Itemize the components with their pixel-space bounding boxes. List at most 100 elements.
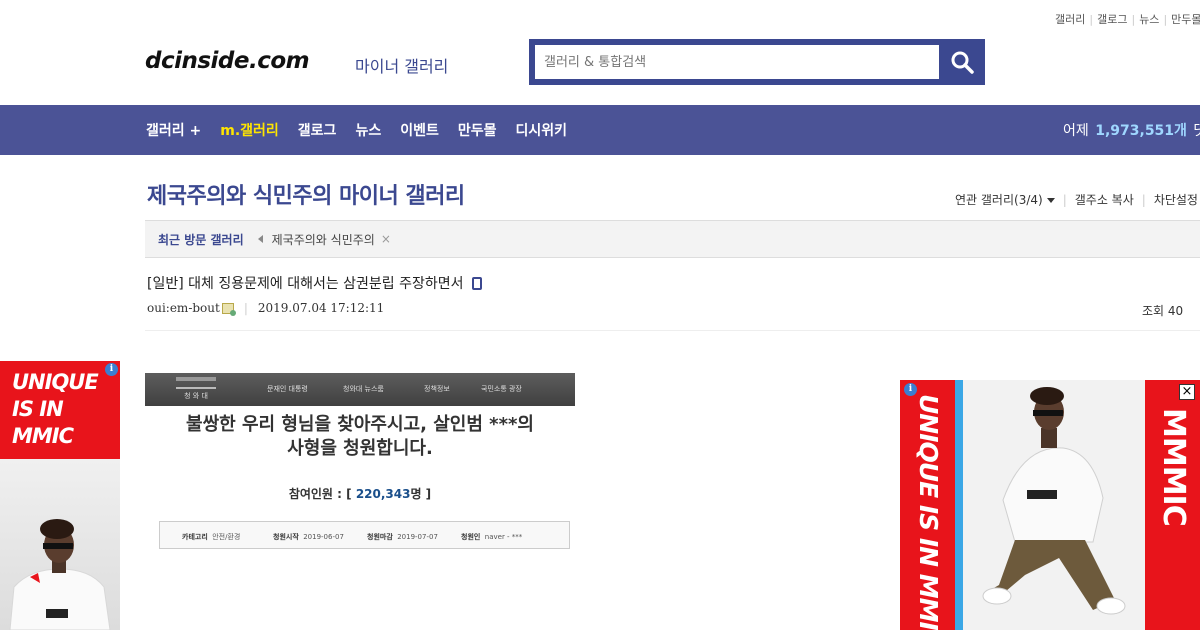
nav-stats: 어제 1,973,551개 댓글 (1063, 105, 1200, 155)
petition-title-line1: 불쌍한 우리 형님을 찾아주시고, 살인범 ***의 (186, 414, 534, 435)
post-author[interactable]: oui:em-bout (147, 301, 220, 315)
chevron-down-icon (1046, 198, 1055, 203)
divider: | (1089, 13, 1094, 26)
nav-item-gallog[interactable]: 갤로그 (298, 120, 337, 140)
ad-info-icon[interactable]: i (904, 383, 917, 396)
info-key: 청원인 (461, 533, 481, 541)
nav-item-dcwiki[interactable]: 디시위키 (515, 120, 567, 140)
views-count: 40 (1167, 304, 1184, 318)
ad-right-vertical-text: UNIQUE IS IN MMIC (914, 394, 943, 630)
post-meta: oui:em-bout | 2019.07.04 17:12:11 (147, 301, 385, 316)
chevron-left-icon[interactable] (257, 235, 263, 243)
related-gallery-button[interactable]: 연관 갤러리(3/4) (955, 191, 1055, 208)
util-link-news[interactable]: 뉴스 (1139, 13, 1159, 26)
divider: | (1141, 192, 1146, 207)
info-petitioner: 청원인 naver - *** (461, 532, 522, 542)
ad-model-photo (0, 459, 120, 630)
recent-visits-bar: 최근 방문 갤러리 제국주의와 식민주의 × (145, 220, 1200, 258)
stats-count: 1,973,551개 (1095, 123, 1187, 139)
building-icon (176, 377, 216, 389)
post-title: [일반] 대체 징용문제에 대해서는 삼권분립 주장하면서 (147, 273, 482, 293)
count-suffix: 명 ] (410, 487, 432, 501)
logo-subtitle[interactable]: 마이너 갤러리 (355, 53, 448, 77)
ad-model-photo (963, 380, 1145, 630)
search-bar (529, 39, 985, 85)
copy-address-button[interactable]: 갤주소 복사 (1075, 191, 1134, 208)
divider: | (1163, 13, 1168, 26)
util-link-mandumall[interactable]: 만두몰 (1171, 13, 1200, 26)
ad-left-text: UNIQUE IS IN MMIC (12, 369, 99, 450)
petition-nav-item: 청와대 뉴스룸 (343, 385, 384, 393)
petition-image[interactable]: 청 와 대 문재인 대통령 청와대 뉴스룸 정책정보 국민소통 광장 불쌍한 우… (145, 373, 575, 558)
recent-visits-label: 최근 방문 갤러리 (158, 232, 244, 247)
info-start: 청원시작 2019-06-07 (273, 532, 344, 542)
mobile-icon (471, 276, 482, 290)
post-views: 조회 40 (1142, 302, 1183, 319)
petition-nav-item: 문재인 대통령 (267, 385, 308, 393)
ad-banner-left[interactable]: UNIQUE IS IN MMIC i (0, 361, 120, 630)
ad-right-strip-right: MMMIC (1145, 380, 1200, 630)
stats-suffix: 댓글 (1193, 123, 1200, 139)
petition-nav-item: 국민소통 광장 (481, 385, 522, 393)
ad-line: UNIQUE (12, 370, 99, 394)
petition-nav-item: 정책정보 (424, 385, 450, 393)
close-icon[interactable]: × (1179, 384, 1195, 400)
site-logo[interactable]: dcinside.com (145, 48, 310, 74)
info-key: 카테고리 (182, 533, 208, 541)
petition-count: 참여인원 : [ 220,343명 ] (145, 485, 575, 502)
ad-left-headline: UNIQUE IS IN MMIC i (0, 361, 120, 459)
petition-header: 청 와 대 문재인 대통령 청와대 뉴스룸 정책정보 국민소통 광장 (145, 373, 575, 406)
model-figure (9, 519, 111, 630)
nav-item-gallery[interactable]: 갤러리 + (146, 120, 201, 140)
search-icon (951, 51, 974, 74)
petition-info-box: 카테고리 안전/환경 청원시작 2019-06-07 청원마감 2019-07-… (159, 521, 570, 549)
util-link-gallog[interactable]: 갤로그 (1097, 13, 1127, 26)
ad-info-icon[interactable]: i (105, 363, 118, 376)
nav-item-event[interactable]: 이벤트 (400, 120, 439, 140)
top-utility-links: 갤러리 | 갤로그 | 뉴스 | 만두몰 (1055, 11, 1200, 27)
util-link-gallery[interactable]: 갤러리 (1055, 13, 1085, 26)
info-value: 2019-07-07 (397, 533, 438, 541)
info-value: 2019-06-07 (303, 533, 344, 541)
ad-right-strip-left: UNIQUE IS IN MMIC (900, 380, 955, 630)
blue-house-emblem: 청 와 대 (175, 377, 217, 403)
count-value: 220,343 (355, 487, 411, 501)
nav-item-news[interactable]: 뉴스 (355, 120, 381, 140)
main-nav: 갤러리 + m.갤러리 갤로그 뉴스 이벤트 만두몰 디시위키 어제 1,973… (0, 105, 1200, 155)
nav-item-mandumall[interactable]: 만두몰 (458, 120, 497, 140)
search-input[interactable] (535, 45, 939, 79)
fixed-nick-icon (221, 302, 236, 316)
nav-items: 갤러리 + m.갤러리 갤로그 뉴스 이벤트 만두몰 디시위키 (146, 105, 586, 155)
divider (145, 330, 1200, 331)
info-end: 청원마감 2019-07-07 (367, 532, 438, 542)
info-key: 청원마감 (367, 533, 393, 541)
info-key: 청원시작 (273, 533, 299, 541)
info-category: 카테고리 안전/환경 (182, 532, 240, 542)
post-datetime: 2019.07.04 17:12:11 (257, 301, 385, 315)
ad-line: MMIC (12, 424, 74, 448)
petition-title-line2: 사형을 청원합니다. (287, 438, 433, 459)
stats-prefix: 어제 (1063, 123, 1089, 139)
ad-right-brand: MMMIC (1156, 408, 1191, 526)
ad-accent-strip (955, 380, 963, 630)
recent-item[interactable]: 제국주의와 식민주의 (272, 231, 375, 248)
petition-title: 불쌍한 우리 형님을 찾아주시고, 살인범 ***의 사형을 청원합니다. (145, 413, 575, 461)
nav-item-minor-gallery[interactable]: m.갤러리 (220, 120, 279, 140)
close-icon[interactable]: × (381, 232, 391, 246)
post-title-text: [일반] 대체 징용문제에 대해서는 삼권분립 주장하면서 (147, 276, 464, 292)
related-gallery-label: 연관 갤러리(3/4) (955, 193, 1043, 207)
search-button[interactable] (939, 39, 985, 85)
block-settings-button[interactable]: 차단설정 (1154, 191, 1198, 208)
gallery-tools: 연관 갤러리(3/4) | 갤주소 복사 | 차단설정 (955, 191, 1198, 208)
emblem-text: 청 와 대 (184, 392, 208, 400)
ad-banner-right[interactable]: UNIQUE IS IN MMIC i MMMIC × (900, 380, 1200, 630)
divider: | (1062, 192, 1067, 207)
info-value: 안전/환경 (212, 533, 241, 541)
gallery-title[interactable]: 제국주의와 식민주의 마이너 갤러리 (147, 178, 465, 210)
count-label: 참여인원 : [ (288, 487, 352, 501)
info-value: naver - *** (484, 533, 523, 541)
divider: | (1131, 13, 1136, 26)
views-label: 조회 (1142, 304, 1165, 318)
divider: | (243, 301, 248, 315)
ad-line: IS IN (12, 397, 64, 421)
